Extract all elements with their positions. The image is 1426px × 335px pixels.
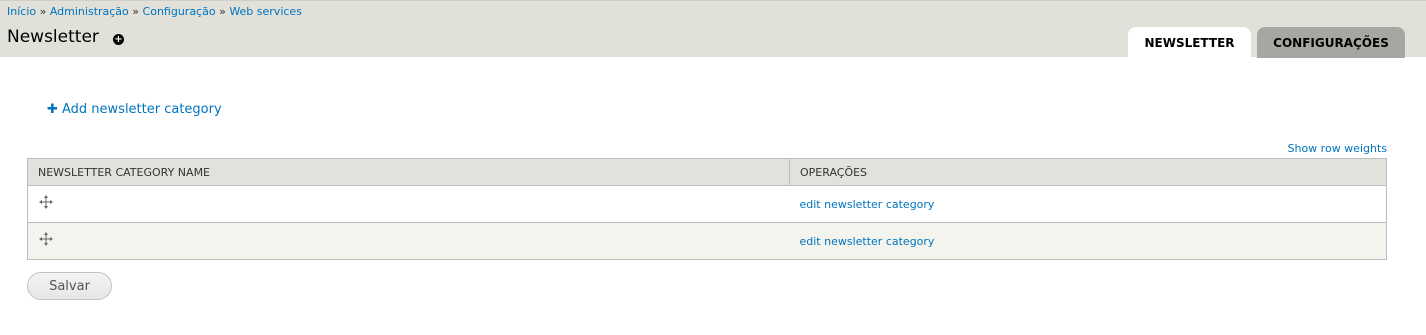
table-header-row: NEWSLETTER CATEGORY NAME OPERAÇÕES bbox=[27, 158, 1387, 186]
drag-handle-icon[interactable] bbox=[39, 231, 53, 246]
breadcrumb-separator: » bbox=[39, 5, 47, 18]
breadcrumb: Início » Administração » Configuração » … bbox=[7, 5, 302, 19]
breadcrumb-link-administracao[interactable]: Administração bbox=[50, 5, 129, 18]
table-row: edit newsletter category bbox=[27, 185, 1387, 223]
breadcrumb-link-inicio[interactable]: Início bbox=[7, 5, 36, 18]
show-row-weights-link[interactable]: Show row weights bbox=[1288, 142, 1388, 156]
breadcrumb-separator: » bbox=[132, 5, 140, 18]
breadcrumb-link-web-services[interactable]: Web services bbox=[229, 5, 302, 18]
newsletter-category-table: NEWSLETTER CATEGORY NAME OPERAÇÕES edit … bbox=[27, 158, 1387, 260]
edit-newsletter-category-link[interactable]: edit newsletter category bbox=[800, 235, 935, 248]
breadcrumb-link-configuracao[interactable]: Configuração bbox=[143, 5, 216, 18]
tab-newsletter[interactable]: NEWSLETTER bbox=[1128, 27, 1251, 58]
category-name-cell bbox=[27, 222, 790, 260]
save-button[interactable]: Salvar bbox=[27, 272, 112, 300]
operations-cell: edit newsletter category bbox=[789, 222, 1387, 260]
column-header-operations: OPERAÇÕES bbox=[789, 158, 1387, 186]
operations-cell: edit newsletter category bbox=[789, 185, 1387, 223]
category-name-cell bbox=[27, 185, 790, 223]
plus-icon: ✚ bbox=[47, 102, 58, 117]
column-header-name: NEWSLETTER CATEGORY NAME bbox=[27, 158, 790, 186]
tab-configuracoes[interactable]: CONFIGURAÇÕES bbox=[1257, 27, 1405, 58]
add-newsletter-category-link[interactable]: ✚ Add newsletter category bbox=[47, 102, 222, 118]
add-newsletter-category-label: Add newsletter category bbox=[62, 102, 222, 117]
page-header: Início » Administração » Configuração » … bbox=[0, 0, 1426, 58]
table-row: edit newsletter category bbox=[27, 222, 1387, 260]
edit-newsletter-category-link[interactable]: edit newsletter category bbox=[800, 198, 935, 211]
drag-handle-icon[interactable] bbox=[39, 194, 53, 209]
add-shortcut-icon[interactable]: + bbox=[113, 34, 124, 45]
breadcrumb-separator: » bbox=[219, 5, 226, 18]
page-title: Newsletter bbox=[7, 27, 99, 47]
